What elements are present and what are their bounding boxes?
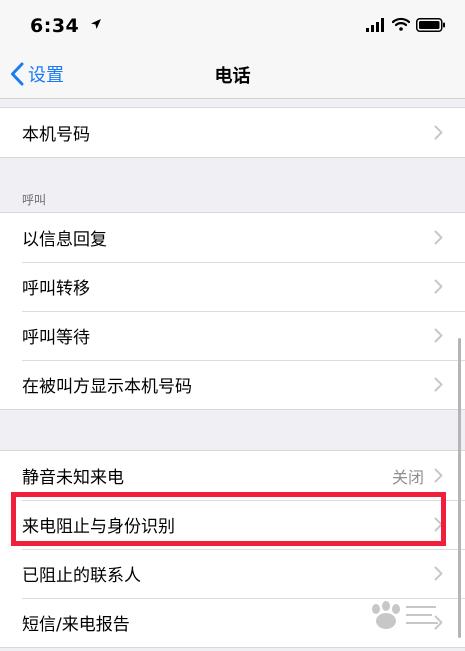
row-label: 呼叫等待: [22, 328, 90, 348]
row-value: 关闭: [391, 467, 424, 487]
status-bar: 6:34: [0, 0, 465, 50]
row-label: 在被叫方显示本机号码: [22, 377, 192, 397]
chevron-right-icon: [434, 279, 443, 294]
row-call-blocking-identification[interactable]: 来电阻止与身份识别: [0, 500, 465, 549]
settings-group-my-number: 本机号码: [0, 107, 465, 158]
settings-group-calls: 以信息回复 呼叫转移 呼叫等待 在被叫方显示本机号码: [0, 212, 465, 410]
chevron-right-icon: [434, 230, 443, 245]
row-respond-with-text[interactable]: 以信息回复: [0, 213, 465, 262]
row-label: 静音未知来电: [22, 468, 124, 488]
chevron-right-icon: [434, 377, 443, 392]
row-show-caller-id[interactable]: 在被叫方显示本机号码: [0, 360, 465, 409]
row-silence-unknown-callers[interactable]: 静音未知来电 关闭: [0, 451, 465, 500]
row-label: 来电阻止与身份识别: [22, 517, 175, 537]
row-label: 已阻止的联系人: [22, 566, 141, 586]
wifi-icon: [392, 17, 410, 31]
section-header-calls: 呼叫: [22, 193, 47, 207]
battery-icon: [416, 18, 445, 32]
chevron-right-icon: [434, 468, 443, 483]
row-blocked-contacts[interactable]: 已阻止的联系人: [0, 549, 465, 598]
chevron-right-icon: [434, 328, 443, 343]
status-time: 6:34: [30, 15, 80, 37]
row-label: 以信息回复: [22, 230, 107, 250]
chevron-right-icon: [434, 125, 443, 140]
watermark-logo-icon: [372, 601, 438, 629]
location-arrow-icon: [91, 19, 101, 29]
page-title: 电话: [214, 66, 251, 87]
cellular-signal-icon: [366, 18, 384, 32]
row-my-number[interactable]: 本机号码: [0, 108, 465, 157]
navigation-bar: 设置 电话: [0, 50, 465, 99]
scroll-indicator[interactable]: [458, 338, 461, 638]
row-label: 呼叫转移: [22, 279, 90, 299]
chevron-right-icon: [434, 517, 443, 532]
row-label: 本机号码: [22, 125, 90, 145]
row-call-forwarding[interactable]: 呼叫转移: [0, 262, 465, 311]
row-call-waiting[interactable]: 呼叫等待: [0, 311, 465, 360]
chevron-right-icon: [434, 566, 443, 581]
